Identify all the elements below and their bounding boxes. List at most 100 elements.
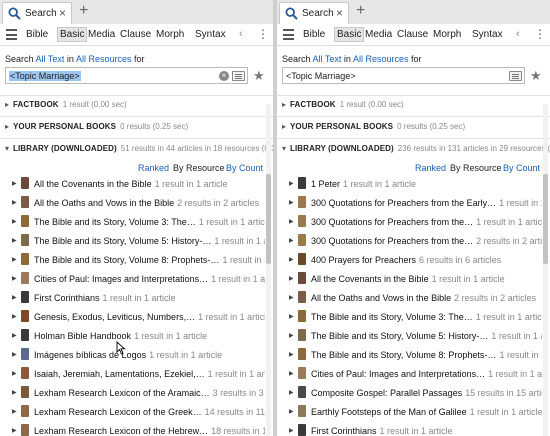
tab-search[interactable]: Search × [279,2,349,24]
scrollbar[interactable] [266,104,271,436]
expand-arrow-icon[interactable]: ▶ [289,294,294,301]
tab-clause[interactable]: Clause [118,28,153,41]
expand-caret-icon[interactable]: ▾ [5,144,13,153]
clear-icon[interactable]: × [219,71,229,81]
expand-arrow-icon[interactable]: ▶ [12,256,17,263]
section-personal[interactable]: ▸ YOUR PERSONAL BOOKS 0 results (0.25 sec) [5,122,188,131]
menu-icon[interactable] [283,29,294,40]
tab-media[interactable]: Media [86,28,117,41]
result-row[interactable]: ▶ Lexham Research Lexicon of the Hebrew… 1… [0,422,265,436]
scope-resources-link[interactable]: All Resources [353,54,409,64]
result-row[interactable]: ▶ All the Oaths and Vows in the Bible 2 re… [277,289,542,308]
scope-text-link[interactable]: All Text [36,54,65,64]
expand-arrow-icon[interactable]: ▶ [289,256,294,263]
section-library[interactable]: ▾ LIBRARY (DOWNLOADED) 51 results in 44 ar… [5,144,273,153]
tab-clause[interactable]: Clause [395,28,430,41]
result-row[interactable]: ▶ 300 Quotations for Preachers from the… 1… [277,213,542,232]
scrollbar-thumb[interactable] [543,174,548,264]
tab-syntax[interactable]: Syntax [470,28,505,41]
menu-icon[interactable] [6,29,17,40]
result-row[interactable]: ▶ All the Oaths and Vows in the Bible 2 re… [0,194,265,213]
expand-arrow-icon[interactable]: ▶ [12,427,17,434]
star-icon[interactable]: ★ [530,68,542,84]
expand-arrow-icon[interactable]: ▶ [289,332,294,339]
search-query[interactable]: <Topic Marriage> [286,71,356,81]
more-options-icon[interactable]: ⋮ [257,27,269,41]
result-row[interactable]: ▶ The Bible and its Story, Volume 3: The…… [0,213,265,232]
result-row[interactable]: ▶ 300 Quotations for Preachers from the E… [277,194,542,213]
sort-ranked[interactable]: Ranked [415,163,446,173]
close-icon[interactable]: × [336,6,343,20]
expand-arrow-icon[interactable]: ▶ [289,427,294,434]
expand-arrow-icon[interactable]: ▶ [289,275,294,282]
expand-arrow-icon[interactable]: ▶ [289,370,294,377]
scrollbar[interactable] [543,104,548,436]
section-factbook[interactable]: ▸ FACTBOOK 1 result (0.00 sec) [5,100,127,109]
scope-text-link[interactable]: All Text [313,54,342,64]
expand-arrow-icon[interactable]: ▶ [289,351,294,358]
expand-arrow-icon[interactable]: ▶ [12,237,17,244]
expand-caret-icon[interactable]: ▸ [282,122,290,131]
result-row[interactable]: ▶ The Bible and its Story, Volume 8: Prop… [277,346,542,365]
close-icon[interactable]: × [59,6,66,20]
tab-bible[interactable]: Bible [24,28,50,41]
sort-by-count[interactable]: By Count [503,163,540,173]
result-row[interactable]: ▶ 1 Peter 1 result in 1 article [277,175,542,194]
expand-caret-icon[interactable]: ▾ [282,144,290,153]
star-icon[interactable]: ★ [253,68,265,84]
expand-arrow-icon[interactable]: ▶ [289,389,294,396]
tab-media[interactable]: Media [363,28,394,41]
result-row[interactable]: ▶ Earthly Footsteps of the Man of Galilee… [277,403,542,422]
result-row[interactable]: ▶ Genesis, Exodus, Leviticus, Numbers,… 1 … [0,308,265,327]
result-row[interactable]: ▶ The Bible and its Story, Volume 3: The…… [277,308,542,327]
expand-arrow-icon[interactable]: ▶ [12,332,17,339]
expand-arrow-icon[interactable]: ▶ [12,294,17,301]
section-personal[interactable]: ▸ YOUR PERSONAL BOOKS 0 results (0.25 sec) [282,122,465,131]
expand-arrow-icon[interactable]: ▶ [12,351,17,358]
result-row[interactable]: ▶ Holman Bible Handbook 1 result in 1 arti… [0,327,265,346]
expand-arrow-icon[interactable]: ▶ [12,218,17,225]
result-row[interactable]: ▶ First Corinthians 1 result in 1 article [277,422,542,436]
expand-caret-icon[interactable]: ▸ [5,100,13,109]
expand-arrow-icon[interactable]: ▶ [12,370,17,377]
expand-arrow-icon[interactable]: ▶ [289,313,294,320]
search-query[interactable]: <Topic Marriage> [9,71,81,81]
more-options-icon[interactable]: ⋮ [534,27,546,41]
tab-morph[interactable]: Morph [431,28,463,41]
expand-arrow-icon[interactable]: ▶ [12,199,17,206]
tab-basic[interactable]: Basic [334,27,365,42]
sort-by-resource[interactable]: By Resource [173,163,225,173]
scope-resources-link[interactable]: All Resources [76,54,132,64]
add-tab-button[interactable]: + [356,2,365,20]
expand-arrow-icon[interactable]: ▶ [289,180,294,187]
result-row[interactable]: ▶ The Bible and its Story, Volume 8: Prop… [0,251,265,270]
result-row[interactable]: ▶ Lexham Research Lexicon of the Aramaic…… [0,384,265,403]
result-row[interactable]: ▶ Cities of Paul: Images and Interpretati… [277,365,542,384]
expand-arrow-icon[interactable]: ▶ [12,275,17,282]
sort-by-resource[interactable]: By Resource [450,163,502,173]
result-row[interactable]: ▶ First Corinthians 1 result in 1 article [0,289,265,308]
result-row[interactable]: ▶ Composite Gospel: Parallel Passages 15 r… [277,384,542,403]
result-row[interactable]: ▶ The Bible and its Story, Volume 5: Hist… [277,327,542,346]
scrollbar-thumb[interactable] [266,174,271,264]
search-input[interactable]: <Topic Marriage> × [5,67,248,84]
result-row[interactable]: ▶ All the Covenants in the Bible 1 result … [277,270,542,289]
expand-arrow-icon[interactable]: ▶ [12,180,17,187]
result-row[interactable]: ▶ Imágenes bíblicas de Logos 1 result in 1… [0,346,265,365]
expand-arrow-icon[interactable]: ▶ [289,408,294,415]
add-tab-button[interactable]: + [79,2,88,20]
result-row[interactable]: ▶ 400 Prayers for Preachers 6 results in 6… [277,251,542,270]
keyboard-icon[interactable] [232,71,245,81]
chevron-left-icon[interactable]: ‹ [239,28,243,40]
result-row[interactable]: ▶ 300 Quotations for Preachers from the… 2… [277,232,542,251]
expand-caret-icon[interactable]: ▸ [5,122,13,131]
section-library[interactable]: ▾ LIBRARY (DOWNLOADED) 236 results in 131 … [282,144,550,153]
search-input[interactable]: <Topic Marriage> [282,67,525,84]
tab-syntax[interactable]: Syntax [193,28,228,41]
expand-arrow-icon[interactable]: ▶ [289,218,294,225]
expand-caret-icon[interactable]: ▸ [282,100,290,109]
result-row[interactable]: ▶ Isaiah, Jeremiah, Lamentations, Ezekiel… [0,365,265,384]
section-factbook[interactable]: ▸ FACTBOOK 1 result (0.00 sec) [282,100,404,109]
tab-morph[interactable]: Morph [154,28,186,41]
expand-arrow-icon[interactable]: ▶ [12,408,17,415]
